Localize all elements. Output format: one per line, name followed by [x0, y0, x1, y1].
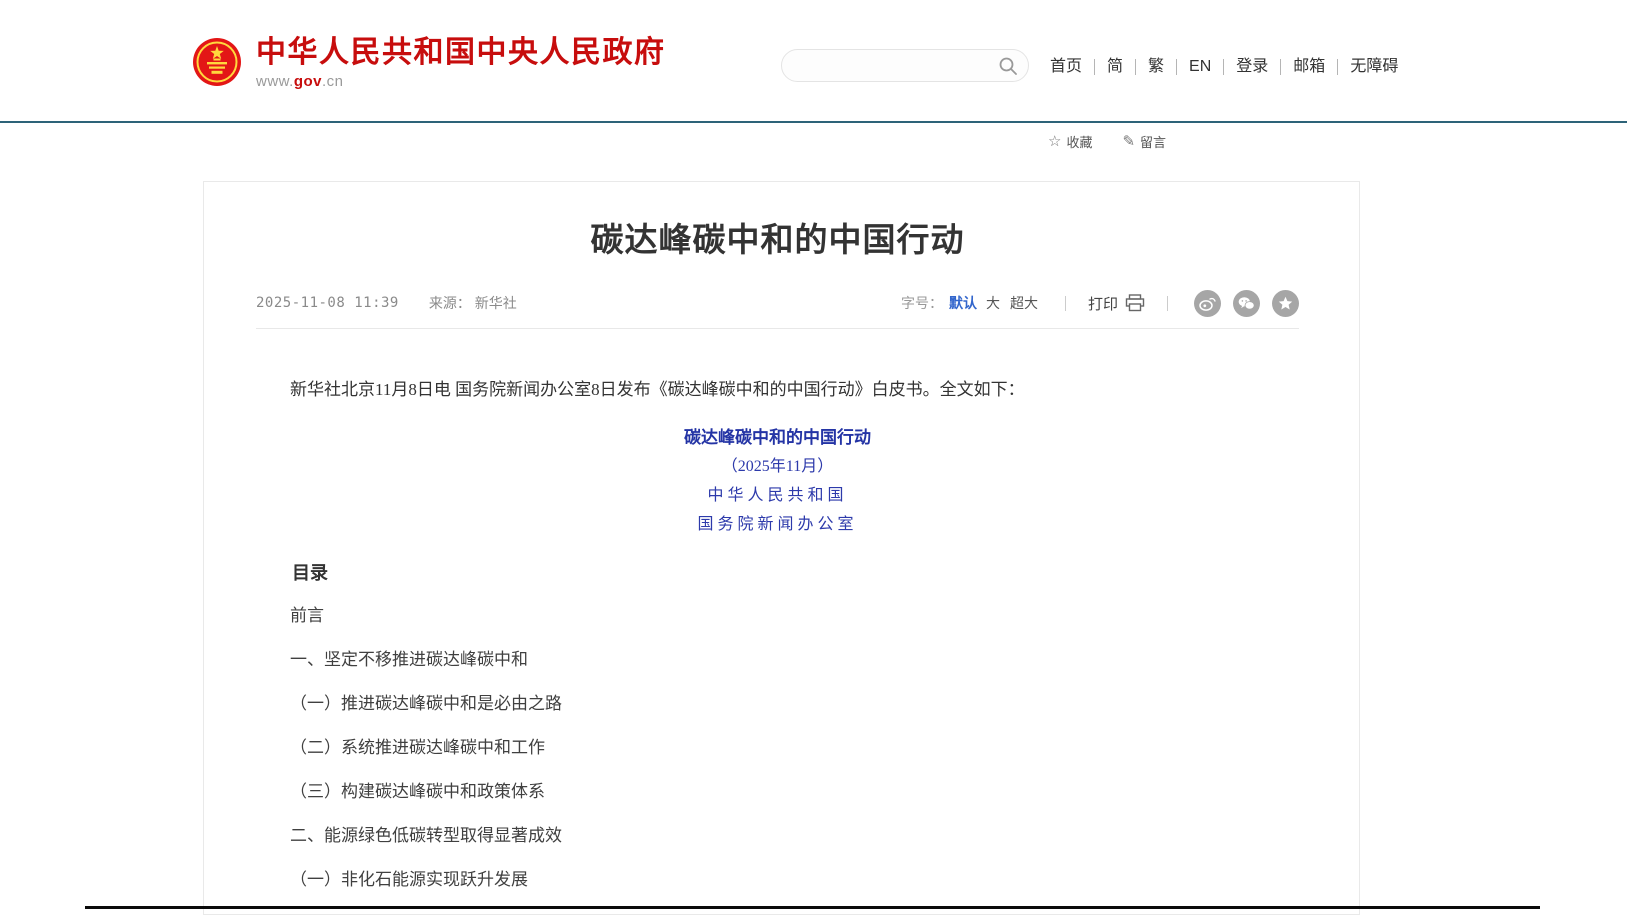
- share-icons: [1194, 290, 1299, 317]
- meta-left: 2025-11-08 11:39 来源： 新华社: [256, 293, 517, 313]
- weibo-icon: [1199, 296, 1216, 311]
- nav-simplified[interactable]: 简: [1094, 59, 1135, 75]
- star-icon: [1278, 296, 1293, 311]
- site-header: 中华人民共和国中央人民政府 www.gov.cn 首页 简 繁 EN 登录 邮箱…: [0, 0, 1627, 123]
- font-size-label: 字号：: [901, 293, 943, 313]
- window-bottom-edge: [85, 906, 1540, 909]
- document-title: 碳达峰碳中和的中国行动: [256, 425, 1299, 451]
- comment-button[interactable]: ✎ 留言: [1122, 132, 1166, 151]
- divider: [1167, 296, 1168, 311]
- favorite-label: 收藏: [1066, 132, 1092, 151]
- meta-divider: [256, 328, 1299, 329]
- source: 来源： 新华社: [429, 293, 517, 313]
- meta-right: 字号： 默认 大 超大 打印: [901, 290, 1299, 317]
- wechat-icon: [1238, 296, 1255, 311]
- toc-item-1-3: （三）构建碳达峰碳中和政策体系: [256, 779, 1299, 805]
- printer-icon: [1125, 294, 1145, 312]
- search-box[interactable]: [781, 49, 1029, 82]
- nav-traditional[interactable]: 繁: [1135, 59, 1176, 75]
- toc-item-1: 一、坚定不移推进碳达峰碳中和: [256, 647, 1299, 673]
- star-outline-icon: ☆: [1048, 134, 1061, 149]
- pencil-icon: ✎: [1122, 134, 1135, 149]
- divider: [1065, 296, 1066, 311]
- document-author-line2: 国务院新闻办公室: [256, 512, 1299, 538]
- site-logo[interactable]: 中华人民共和国中央人民政府 www.gov.cn: [192, 36, 666, 90]
- page-title: 碳达峰碳中和的中国行动: [256, 218, 1299, 262]
- national-emblem-icon: [192, 36, 242, 90]
- page: 中华人民共和国中央人民政府 www.gov.cn 首页 简 繁 EN 登录 邮箱…: [0, 0, 1627, 915]
- font-size-large-button[interactable]: 大: [986, 293, 1000, 313]
- nav-home[interactable]: 首页: [1038, 59, 1094, 75]
- print-label: 打印: [1088, 293, 1118, 314]
- nav-accessibility[interactable]: 无障碍: [1337, 59, 1410, 75]
- nav-login[interactable]: 登录: [1223, 59, 1280, 75]
- site-url-www: www.: [256, 73, 294, 90]
- lead-paragraph: 新华社北京11月8日电 国务院新闻办公室8日发布《碳达峰碳中和的中国行动》白皮书…: [256, 377, 1299, 403]
- toc-item-1-2: （二）系统推进碳达峰碳中和工作: [256, 735, 1299, 761]
- search-input[interactable]: [798, 57, 998, 75]
- toc-item-2-1: （一）非化石能源实现跃升发展: [256, 867, 1299, 893]
- document-author-line1: 中华人民共和国: [256, 483, 1299, 509]
- site-url-gov: gov: [294, 73, 322, 90]
- article-actions: ☆ 收藏 ✎ 留言: [1048, 132, 1166, 151]
- favorite-button[interactable]: ☆ 收藏: [1048, 132, 1092, 151]
- article-meta: 2025-11-08 11:39 来源： 新华社 字号： 默认 大 超大 打印: [256, 292, 1299, 314]
- font-size-default-button[interactable]: 默认: [949, 293, 977, 313]
- site-url: www.gov.cn: [256, 73, 666, 90]
- nav-english[interactable]: EN: [1176, 59, 1223, 75]
- nav-mail[interactable]: 邮箱: [1280, 59, 1337, 75]
- site-title: 中华人民共和国中央人民政府: [256, 36, 666, 70]
- share-weibo-button[interactable]: [1194, 290, 1221, 317]
- share-star-button[interactable]: [1272, 290, 1299, 317]
- article-body: 新华社北京11月8日电 国务院新闻办公室8日发布《碳达峰碳中和的中国行动》白皮书…: [256, 377, 1299, 893]
- source-label: 来源：: [429, 295, 471, 311]
- document-date: （2025年11月）: [256, 454, 1299, 480]
- top-nav: 首页 简 繁 EN 登录 邮箱 无障碍: [1038, 56, 1410, 78]
- toc-title: 目录: [256, 560, 1299, 586]
- share-wechat-button[interactable]: [1233, 290, 1260, 317]
- publish-date: 2025-11-08 11:39: [256, 295, 399, 311]
- article-container: 碳达峰碳中和的中国行动 2025-11-08 11:39 来源： 新华社 字号：…: [203, 181, 1360, 915]
- print-button[interactable]: 打印: [1088, 293, 1145, 314]
- comment-label: 留言: [1140, 132, 1166, 151]
- font-size-xlarge-button[interactable]: 超大: [1010, 293, 1038, 313]
- toc-item-preface: 前言: [256, 603, 1299, 629]
- toc-item-1-1: （一）推进碳达峰碳中和是必由之路: [256, 691, 1299, 717]
- toc-item-2: 二、能源绿色低碳转型取得显著成效: [256, 823, 1299, 849]
- site-title-block: 中华人民共和国中央人民政府 www.gov.cn: [256, 36, 666, 90]
- search-icon[interactable]: [998, 56, 1018, 76]
- site-url-cn: .cn: [322, 73, 344, 90]
- source-value[interactable]: 新华社: [475, 295, 517, 311]
